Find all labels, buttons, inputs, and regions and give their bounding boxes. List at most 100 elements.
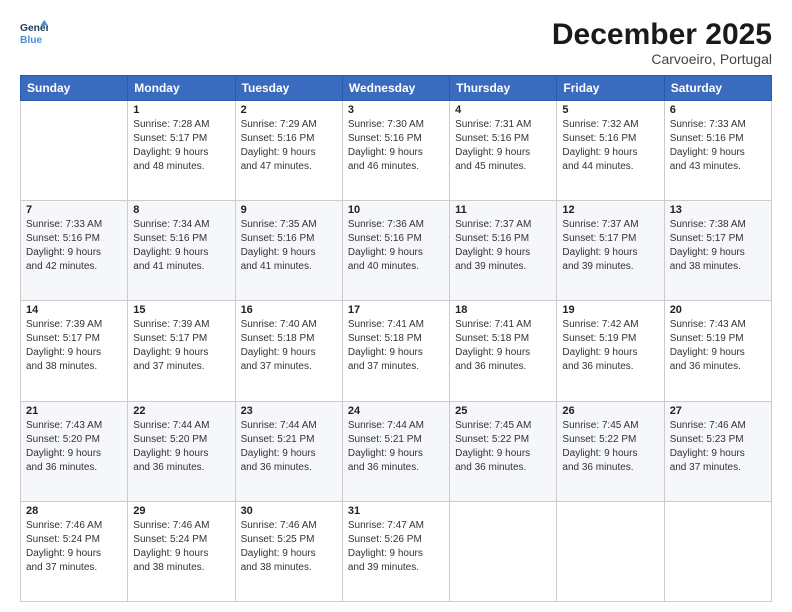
- cell-info: Sunrise: 7:32 AMSunset: 5:16 PMDaylight:…: [562, 118, 658, 174]
- cell-info: Sunrise: 7:44 AMSunset: 5:21 PMDaylight:…: [348, 419, 444, 475]
- col-monday: Monday: [128, 76, 235, 101]
- svg-text:Blue: Blue: [20, 35, 43, 46]
- cell-date: 29: [133, 505, 229, 517]
- cell-date: 7: [26, 204, 122, 216]
- table-row: 31 Sunrise: 7:47 AMSunset: 5:26 PMDaylig…: [342, 501, 449, 601]
- calendar-table: Sunday Monday Tuesday Wednesday Thursday…: [20, 75, 772, 602]
- cell-date: 8: [133, 204, 229, 216]
- table-row: 1 Sunrise: 7:28 AMSunset: 5:17 PMDayligh…: [128, 101, 235, 201]
- table-row: 19 Sunrise: 7:42 AMSunset: 5:19 PMDaylig…: [557, 301, 664, 401]
- cell-info: Sunrise: 7:28 AMSunset: 5:17 PMDaylight:…: [133, 118, 229, 174]
- table-row: 14 Sunrise: 7:39 AMSunset: 5:17 PMDaylig…: [21, 301, 128, 401]
- cell-info: Sunrise: 7:47 AMSunset: 5:26 PMDaylight:…: [348, 519, 444, 575]
- cell-date: 18: [455, 304, 551, 316]
- cell-info: Sunrise: 7:41 AMSunset: 5:18 PMDaylight:…: [348, 318, 444, 374]
- col-tuesday: Tuesday: [235, 76, 342, 101]
- location-subtitle: Carvoeiro, Portugal: [552, 51, 772, 67]
- table-row: 30 Sunrise: 7:46 AMSunset: 5:25 PMDaylig…: [235, 501, 342, 601]
- cell-info: Sunrise: 7:33 AMSunset: 5:16 PMDaylight:…: [670, 118, 766, 174]
- cell-info: Sunrise: 7:42 AMSunset: 5:19 PMDaylight:…: [562, 318, 658, 374]
- table-row: 18 Sunrise: 7:41 AMSunset: 5:18 PMDaylig…: [450, 301, 557, 401]
- table-row: 26 Sunrise: 7:45 AMSunset: 5:22 PMDaylig…: [557, 401, 664, 501]
- calendar-row: 7 Sunrise: 7:33 AMSunset: 5:16 PMDayligh…: [21, 201, 772, 301]
- table-row: 11 Sunrise: 7:37 AMSunset: 5:16 PMDaylig…: [450, 201, 557, 301]
- cell-info: Sunrise: 7:46 AMSunset: 5:25 PMDaylight:…: [241, 519, 337, 575]
- cell-info: Sunrise: 7:39 AMSunset: 5:17 PMDaylight:…: [133, 318, 229, 374]
- calendar-row: 21 Sunrise: 7:43 AMSunset: 5:20 PMDaylig…: [21, 401, 772, 501]
- cell-date: 17: [348, 304, 444, 316]
- cell-info: Sunrise: 7:39 AMSunset: 5:17 PMDaylight:…: [26, 318, 122, 374]
- cell-date: 24: [348, 405, 444, 417]
- cell-date: 15: [133, 304, 229, 316]
- header: General Blue December 2025 Carvoeiro, Po…: [20, 18, 772, 67]
- cell-date: 2: [241, 104, 337, 116]
- cell-date: 22: [133, 405, 229, 417]
- col-sunday: Sunday: [21, 76, 128, 101]
- cell-info: Sunrise: 7:43 AMSunset: 5:20 PMDaylight:…: [26, 419, 122, 475]
- table-row: 17 Sunrise: 7:41 AMSunset: 5:18 PMDaylig…: [342, 301, 449, 401]
- cell-info: Sunrise: 7:31 AMSunset: 5:16 PMDaylight:…: [455, 118, 551, 174]
- cell-date: 23: [241, 405, 337, 417]
- table-row: 9 Sunrise: 7:35 AMSunset: 5:16 PMDayligh…: [235, 201, 342, 301]
- cell-info: Sunrise: 7:45 AMSunset: 5:22 PMDaylight:…: [455, 419, 551, 475]
- table-row: 10 Sunrise: 7:36 AMSunset: 5:16 PMDaylig…: [342, 201, 449, 301]
- table-row: 28 Sunrise: 7:46 AMSunset: 5:24 PMDaylig…: [21, 501, 128, 601]
- cell-date: 28: [26, 505, 122, 517]
- cell-info: Sunrise: 7:46 AMSunset: 5:24 PMDaylight:…: [26, 519, 122, 575]
- cell-info: Sunrise: 7:40 AMSunset: 5:18 PMDaylight:…: [241, 318, 337, 374]
- calendar-row: 28 Sunrise: 7:46 AMSunset: 5:24 PMDaylig…: [21, 501, 772, 601]
- cell-info: Sunrise: 7:38 AMSunset: 5:17 PMDaylight:…: [670, 218, 766, 274]
- cell-info: Sunrise: 7:44 AMSunset: 5:21 PMDaylight:…: [241, 419, 337, 475]
- table-row: 15 Sunrise: 7:39 AMSunset: 5:17 PMDaylig…: [128, 301, 235, 401]
- col-saturday: Saturday: [664, 76, 771, 101]
- table-row: 24 Sunrise: 7:44 AMSunset: 5:21 PMDaylig…: [342, 401, 449, 501]
- cell-date: 14: [26, 304, 122, 316]
- cell-info: Sunrise: 7:35 AMSunset: 5:16 PMDaylight:…: [241, 218, 337, 274]
- table-row: [21, 101, 128, 201]
- cell-date: 19: [562, 304, 658, 316]
- cell-info: Sunrise: 7:45 AMSunset: 5:22 PMDaylight:…: [562, 419, 658, 475]
- cell-info: Sunrise: 7:29 AMSunset: 5:16 PMDaylight:…: [241, 118, 337, 174]
- cell-info: Sunrise: 7:37 AMSunset: 5:16 PMDaylight:…: [455, 218, 551, 274]
- table-row: 3 Sunrise: 7:30 AMSunset: 5:16 PMDayligh…: [342, 101, 449, 201]
- header-row: Sunday Monday Tuesday Wednesday Thursday…: [21, 76, 772, 101]
- cell-info: Sunrise: 7:37 AMSunset: 5:17 PMDaylight:…: [562, 218, 658, 274]
- cell-date: 26: [562, 405, 658, 417]
- cell-date: 20: [670, 304, 766, 316]
- col-friday: Friday: [557, 76, 664, 101]
- cell-date: 27: [670, 405, 766, 417]
- table-row: 16 Sunrise: 7:40 AMSunset: 5:18 PMDaylig…: [235, 301, 342, 401]
- table-row: 13 Sunrise: 7:38 AMSunset: 5:17 PMDaylig…: [664, 201, 771, 301]
- table-row: 27 Sunrise: 7:46 AMSunset: 5:23 PMDaylig…: [664, 401, 771, 501]
- table-row: [664, 501, 771, 601]
- cell-info: Sunrise: 7:46 AMSunset: 5:23 PMDaylight:…: [670, 419, 766, 475]
- cell-date: 9: [241, 204, 337, 216]
- table-row: 4 Sunrise: 7:31 AMSunset: 5:16 PMDayligh…: [450, 101, 557, 201]
- cell-date: 5: [562, 104, 658, 116]
- cell-date: 6: [670, 104, 766, 116]
- logo: General Blue: [20, 18, 48, 46]
- cell-date: 31: [348, 505, 444, 517]
- table-row: 7 Sunrise: 7:33 AMSunset: 5:16 PMDayligh…: [21, 201, 128, 301]
- page: General Blue December 2025 Carvoeiro, Po…: [0, 0, 792, 612]
- cell-date: 10: [348, 204, 444, 216]
- table-row: 5 Sunrise: 7:32 AMSunset: 5:16 PMDayligh…: [557, 101, 664, 201]
- cell-info: Sunrise: 7:44 AMSunset: 5:20 PMDaylight:…: [133, 419, 229, 475]
- cell-info: Sunrise: 7:30 AMSunset: 5:16 PMDaylight:…: [348, 118, 444, 174]
- cell-date: 4: [455, 104, 551, 116]
- table-row: [557, 501, 664, 601]
- title-block: December 2025 Carvoeiro, Portugal: [552, 18, 772, 67]
- table-row: 25 Sunrise: 7:45 AMSunset: 5:22 PMDaylig…: [450, 401, 557, 501]
- cell-info: Sunrise: 7:33 AMSunset: 5:16 PMDaylight:…: [26, 218, 122, 274]
- cell-date: 16: [241, 304, 337, 316]
- cell-date: 12: [562, 204, 658, 216]
- table-row: 21 Sunrise: 7:43 AMSunset: 5:20 PMDaylig…: [21, 401, 128, 501]
- cell-date: 11: [455, 204, 551, 216]
- col-wednesday: Wednesday: [342, 76, 449, 101]
- cell-info: Sunrise: 7:41 AMSunset: 5:18 PMDaylight:…: [455, 318, 551, 374]
- cell-date: 1: [133, 104, 229, 116]
- month-title: December 2025: [552, 18, 772, 51]
- cell-date: 21: [26, 405, 122, 417]
- table-row: 29 Sunrise: 7:46 AMSunset: 5:24 PMDaylig…: [128, 501, 235, 601]
- table-row: 22 Sunrise: 7:44 AMSunset: 5:20 PMDaylig…: [128, 401, 235, 501]
